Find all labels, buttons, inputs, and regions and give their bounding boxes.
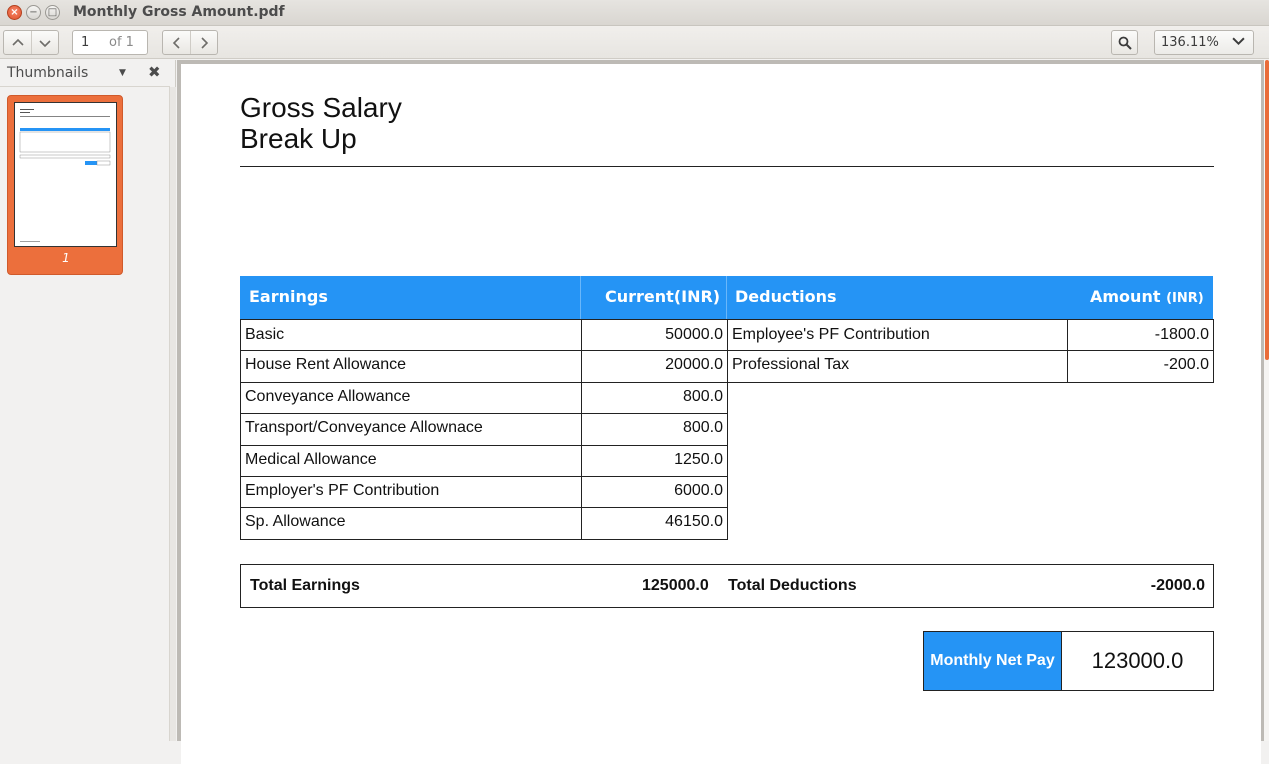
earning-value: 6000.0 (674, 482, 723, 499)
earnings-row-label-cell: Medical Allowance (240, 444, 582, 477)
earning-value: 800.0 (682, 419, 723, 437)
sidebar-header: Thumbnails ▼ ✖ (0, 60, 170, 87)
forward-button[interactable] (190, 31, 217, 54)
net-pay-label: Monthly Net Pay (923, 631, 1062, 691)
sidebar-scrollbar[interactable] (169, 87, 176, 741)
earnings-header: Earnings (249, 287, 328, 306)
earnings-row-label-cell: Conveyance Allowance (240, 381, 582, 415)
zoom-value: 136.11% (1161, 35, 1219, 50)
total-earnings-value: 125000.0 (642, 577, 709, 594)
chevron-down-icon (1232, 35, 1245, 52)
net-pay-value: 123000.0 (1061, 631, 1214, 691)
search-button[interactable] (1111, 30, 1138, 55)
thumbnail-image (14, 102, 117, 247)
dropdown-arrow-icon[interactable]: ▼ (119, 68, 126, 78)
header-divider (580, 276, 581, 319)
earning-value: 1250.0 (674, 450, 723, 468)
document-title-line-1: Gross Salary (240, 92, 402, 123)
earning-label: House Rent Allowance (245, 356, 406, 374)
earnings-row-label-cell: Transport/Conveyance Allownace (240, 413, 582, 446)
search-icon (1118, 36, 1132, 50)
next-page-button[interactable] (31, 31, 58, 54)
previous-page-button[interactable] (4, 31, 31, 54)
current-inr-header: Current(INR) (605, 287, 721, 306)
sidebar-title: Thumbnails (7, 65, 89, 81)
chevron-up-icon (11, 38, 24, 46)
back-button[interactable] (163, 31, 190, 54)
amount-header-label: Amount (1090, 287, 1161, 306)
toolbar: 1 of 1 136.11% (0, 26, 1269, 59)
amount-header: Amount (INR) (1090, 287, 1204, 306)
deduction-value: -200.0 (1163, 356, 1209, 374)
chevron-left-icon (172, 36, 180, 49)
page-nav-group (3, 30, 59, 55)
history-nav-group (162, 30, 218, 55)
amount-header-unit: (INR) (1166, 291, 1204, 306)
zoom-select[interactable]: 136.11% (1154, 30, 1254, 55)
page-thumbnail[interactable]: 1 (7, 95, 123, 275)
title-bar: × − □ Monthly Gross Amount.pdf (0, 0, 1269, 26)
earning-value: 800.0 (682, 387, 723, 405)
earnings-row-label-cell: Basic (240, 319, 582, 352)
earnings-row-label-cell: Employer's PF Contribution (240, 476, 582, 509)
pdf-page: Gross Salary Break Up Earnings Current(I… (181, 64, 1261, 764)
deduction-label: Employee's PF Contribution (732, 326, 930, 343)
close-icon[interactable]: ✖ (148, 63, 161, 81)
document-title-line-2: Break Up (240, 123, 357, 154)
earnings-row-value-cell: 800.0 (581, 381, 728, 415)
maximize-window-button[interactable]: □ (45, 5, 60, 20)
close-window-button[interactable]: × (7, 5, 22, 20)
chevron-right-icon (201, 36, 209, 49)
earning-value: 46150.0 (665, 513, 723, 531)
total-deductions-value: -2000.0 (1150, 577, 1205, 594)
window-title: Monthly Gross Amount.pdf (73, 4, 285, 20)
earnings-row-value-cell: 50000.0 (581, 319, 728, 352)
deductions-header: Deductions (735, 287, 837, 306)
earnings-row-value-cell: 800.0 (581, 413, 728, 446)
earning-label: Employer's PF Contribution (245, 482, 440, 499)
document-scrollbar-thumb[interactable] (1265, 60, 1269, 360)
deductions-row-value-cell: -200.0 (1067, 350, 1214, 383)
earning-label: Conveyance Allowance (245, 387, 411, 405)
sidebar: Thumbnails ▼ ✖ 1 (0, 60, 176, 741)
current-page-input[interactable]: 1 (81, 35, 89, 50)
page-number-field[interactable]: 1 of 1 (72, 30, 148, 55)
document-view[interactable]: Gross Salary Break Up Earnings Current(I… (177, 60, 1269, 764)
chevron-down-icon (39, 39, 51, 47)
table-header: Earnings Current(INR) Deductions Amount … (240, 276, 1213, 319)
total-earnings-label: Total Earnings (250, 577, 360, 594)
earnings-row-label-cell: House Rent Allowance (240, 350, 582, 383)
document-title: Gross Salary Break Up (240, 92, 402, 154)
earnings-row-value-cell: 6000.0 (581, 476, 728, 509)
header-divider (726, 276, 727, 319)
total-deductions-label: Total Deductions (728, 577, 857, 594)
page-total-label: of 1 (109, 35, 134, 50)
earning-value: 20000.0 (665, 356, 723, 374)
thumbnail-page-number: 1 (62, 251, 70, 265)
earnings-row-value-cell: 1250.0 (581, 444, 728, 477)
deduction-value: -1800.0 (1154, 326, 1209, 343)
earnings-row-value-cell: 46150.0 (581, 507, 728, 540)
minimize-window-button[interactable]: − (26, 5, 41, 20)
title-divider (240, 166, 1214, 167)
deductions-row-label-cell: Employee's PF Contribution (727, 319, 1068, 352)
earning-label: Transport/Conveyance Allownace (245, 419, 483, 437)
deduction-label: Professional Tax (732, 356, 850, 374)
earnings-row-value-cell: 20000.0 (581, 350, 728, 383)
deductions-row-label-cell: Professional Tax (727, 350, 1068, 383)
earnings-row-label-cell: Sp. Allowance (240, 507, 582, 540)
earning-value: 50000.0 (665, 326, 723, 343)
earning-label: Basic (245, 326, 285, 343)
deductions-row-value-cell: -1800.0 (1067, 319, 1214, 352)
totals-row: Total Earnings 125000.0 Total Deductions… (240, 564, 1214, 608)
earning-label: Sp. Allowance (245, 513, 346, 531)
earning-label: Medical Allowance (245, 450, 377, 468)
